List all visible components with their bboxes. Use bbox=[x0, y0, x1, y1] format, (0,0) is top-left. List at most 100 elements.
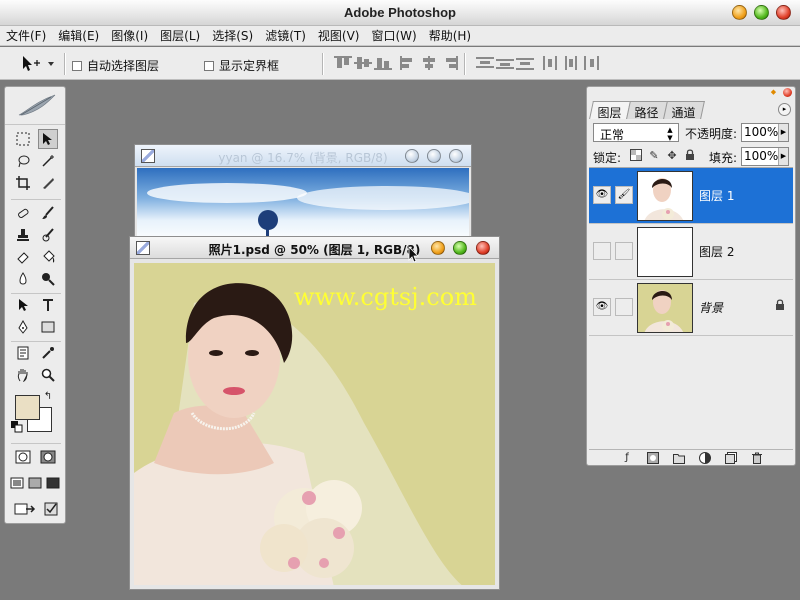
align-bottom-icon[interactable] bbox=[374, 56, 392, 70]
layer-row[interactable]: 👁 🖌 图层 1 bbox=[589, 168, 793, 224]
fill-field[interactable]: 100% ▶ bbox=[741, 147, 789, 166]
new-group-icon[interactable] bbox=[673, 452, 685, 464]
eye-icon[interactable]: 👁 bbox=[593, 298, 611, 316]
close-button[interactable] bbox=[476, 241, 490, 255]
rectangle-tool-icon[interactable] bbox=[38, 317, 58, 337]
magic-wand-tool-icon[interactable] bbox=[38, 151, 58, 171]
maximize-button[interactable] bbox=[427, 149, 441, 163]
align-vcenter-icon[interactable] bbox=[354, 56, 372, 70]
slice-tool-icon[interactable] bbox=[38, 173, 58, 193]
notes-tool-icon[interactable] bbox=[13, 343, 33, 363]
type-tool-icon[interactable] bbox=[38, 295, 58, 315]
panel-menu-button[interactable]: ▸ bbox=[778, 103, 791, 116]
paint-bucket-icon[interactable] bbox=[38, 247, 58, 267]
maximize-button[interactable] bbox=[453, 241, 467, 255]
maximize-button[interactable] bbox=[754, 5, 769, 20]
visibility-toggle[interactable] bbox=[593, 242, 611, 260]
zoom-tool-icon[interactable] bbox=[38, 365, 58, 385]
document-canvas[interactable] bbox=[137, 168, 469, 243]
jump-to-imageready-icon[interactable] bbox=[13, 499, 37, 519]
eye-icon[interactable]: 👁 bbox=[593, 186, 611, 204]
brush-tool-icon[interactable] bbox=[38, 203, 58, 223]
lock-transparency-icon[interactable] bbox=[629, 149, 643, 163]
distribute-left-icon[interactable] bbox=[542, 56, 560, 70]
imageready-icon[interactable] bbox=[41, 499, 61, 519]
tab-channels[interactable]: 通道 bbox=[663, 101, 705, 120]
align-top-icon[interactable] bbox=[334, 56, 352, 70]
path-selection-icon[interactable] bbox=[13, 295, 33, 315]
layer-style-icon[interactable]: ƒ bbox=[621, 452, 633, 464]
close-button[interactable] bbox=[449, 149, 463, 163]
close-button[interactable] bbox=[776, 5, 791, 20]
fill-slider-arrow-icon[interactable]: ▶ bbox=[778, 148, 788, 165]
crop-tool-icon[interactable] bbox=[13, 173, 33, 193]
menu-window[interactable]: 窗口(W) bbox=[371, 27, 416, 44]
history-brush-icon[interactable] bbox=[38, 225, 58, 245]
lasso-tool-icon[interactable] bbox=[13, 151, 33, 171]
menu-help[interactable]: 帮助(H) bbox=[429, 27, 471, 44]
blend-mode-select[interactable]: 正常 ▲ ▼ bbox=[593, 123, 679, 142]
distribute-vcenter-icon[interactable] bbox=[496, 56, 514, 70]
brush-icon[interactable]: 🖌 bbox=[615, 186, 633, 204]
menu-view[interactable]: 视图(V) bbox=[318, 27, 360, 44]
tab-paths[interactable]: 路径 bbox=[626, 101, 668, 120]
opacity-slider-arrow-icon[interactable]: ▶ bbox=[778, 124, 788, 141]
minimize-button[interactable] bbox=[405, 149, 419, 163]
lock-position-icon[interactable]: ✥ bbox=[665, 149, 679, 163]
auto-select-layer-checkbox[interactable]: 自动选择图层 bbox=[72, 57, 159, 74]
blur-tool-icon[interactable] bbox=[13, 269, 33, 289]
document-canvas[interactable]: www.cgtsj.com bbox=[134, 263, 495, 585]
minimize-button[interactable] bbox=[732, 5, 747, 20]
minimize-button[interactable] bbox=[431, 241, 445, 255]
document-window-yyan[interactable]: yyan @ 16.7% (背景, RGB/8) bbox=[134, 144, 472, 244]
align-hcenter-icon[interactable] bbox=[420, 56, 438, 70]
eraser-tool-icon[interactable] bbox=[13, 247, 33, 267]
tool-preset-picker[interactable] bbox=[20, 55, 60, 72]
document-titlebar[interactable]: 照片1.psd @ 50% (图层 1, RGB/8) bbox=[130, 237, 499, 259]
link-toggle[interactable] bbox=[615, 298, 633, 316]
eyedropper-tool-icon[interactable] bbox=[38, 343, 58, 363]
layer-row[interactable]: 图层 2 bbox=[589, 224, 793, 280]
menu-image[interactable]: 图像(I) bbox=[111, 27, 148, 44]
panel-close-button[interactable] bbox=[783, 88, 792, 97]
adjustment-layer-icon[interactable] bbox=[699, 452, 711, 464]
align-left-icon[interactable] bbox=[400, 56, 418, 70]
add-mask-icon[interactable] bbox=[647, 452, 659, 464]
foreground-color-swatch[interactable] bbox=[15, 395, 40, 420]
menu-filter[interactable]: 滤镜(T) bbox=[265, 27, 306, 44]
layer-row[interactable]: 👁 背景 bbox=[589, 280, 793, 336]
marquee-tool-icon[interactable] bbox=[13, 129, 33, 149]
new-layer-icon[interactable] bbox=[725, 452, 737, 464]
clone-stamp-icon[interactable] bbox=[13, 225, 33, 245]
opacity-field[interactable]: 100% ▶ bbox=[741, 123, 789, 142]
lock-all-icon[interactable] bbox=[683, 149, 697, 163]
screen-mode-full-icon[interactable] bbox=[45, 473, 61, 493]
menu-layer[interactable]: 图层(L) bbox=[160, 27, 200, 44]
panel-titlebar[interactable]: ◆ bbox=[587, 87, 795, 99]
default-colors-icon[interactable] bbox=[11, 421, 23, 433]
distribute-top-icon[interactable] bbox=[476, 56, 494, 70]
tab-layers[interactable]: 图层 bbox=[589, 101, 631, 120]
menu-edit[interactable]: 编辑(E) bbox=[58, 27, 99, 44]
pen-tool-icon[interactable] bbox=[13, 317, 33, 337]
document-window-photo[interactable]: 照片1.psd @ 50% (图层 1, RGB/8) www.cgtsj.co… bbox=[129, 236, 500, 590]
menu-select[interactable]: 选择(S) bbox=[212, 27, 253, 44]
swap-colors-icon[interactable]: ↰ bbox=[41, 389, 55, 403]
menu-file[interactable]: 文件(F) bbox=[6, 27, 46, 44]
screen-mode-full-menu-icon[interactable] bbox=[27, 473, 43, 493]
distribute-right-icon[interactable] bbox=[582, 56, 600, 70]
panel-collapse-icon[interactable]: ◆ bbox=[769, 88, 778, 97]
dodge-tool-icon[interactable] bbox=[38, 269, 58, 289]
lock-pixels-icon[interactable]: ✎ bbox=[647, 149, 661, 163]
standard-mode-icon[interactable] bbox=[13, 447, 33, 467]
document-titlebar[interactable]: yyan @ 16.7% (背景, RGB/8) bbox=[135, 145, 471, 167]
distribute-bottom-icon[interactable] bbox=[516, 56, 534, 70]
show-bounding-box-checkbox[interactable]: 显示定界框 bbox=[204, 57, 279, 74]
align-right-icon[interactable] bbox=[440, 56, 458, 70]
distribute-hcenter-icon[interactable] bbox=[562, 56, 580, 70]
toolbox-header[interactable] bbox=[5, 87, 65, 125]
move-tool-icon[interactable] bbox=[38, 129, 58, 149]
screen-mode-standard-icon[interactable] bbox=[9, 473, 25, 493]
link-toggle[interactable] bbox=[615, 242, 633, 260]
trash-icon[interactable] bbox=[751, 452, 763, 464]
